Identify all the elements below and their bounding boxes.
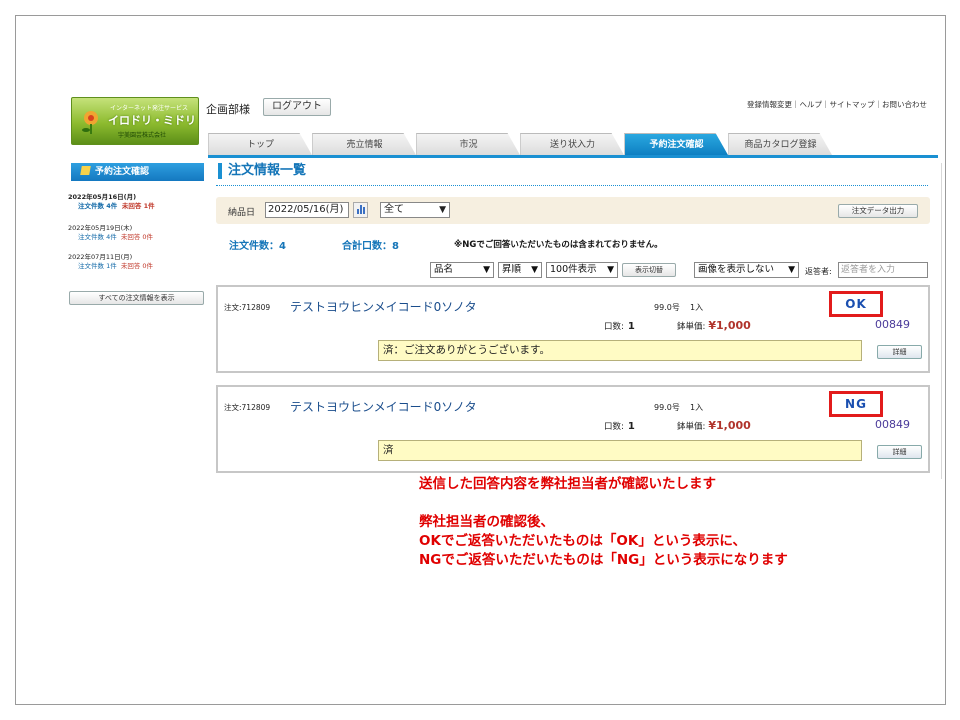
- sidebar-order-count: 注文件数 4件: [78, 202, 118, 210]
- sidebar-item-date-3[interactable]: 2022年07月11日(月) 注文件数 1件 未回答 0件: [68, 253, 153, 271]
- sidebar-item-date-1[interactable]: 2022年05月16日(月) 注文件数 4件 未回答 1件: [68, 193, 155, 211]
- tab-catalog-register[interactable]: 商品カタログ登録: [728, 133, 832, 155]
- explanation-line-4: NGでご返答いただいたものは「NG」という表示になります: [419, 552, 788, 568]
- sidebar-date: 2022年05月16日(月): [68, 193, 137, 201]
- main-tabs: トップ 売立情報 市況 送り状入力 予約注文確認 商品カタログ登録: [208, 133, 938, 155]
- sidebar-date: 2022年07月11日(月): [68, 253, 133, 261]
- sidebar-order-count: 注文件数 1件: [78, 262, 117, 270]
- sidebar-date: 2022年05月19日(木): [68, 224, 133, 232]
- logo-tagline: インターネット発注サービス: [110, 105, 189, 112]
- content-border: [208, 163, 942, 479]
- slide-frame: インターネット発注サービス イロドリ・ミドリ 宇美園芸株式会社 企画部様 ログア…: [15, 15, 946, 705]
- flower-logo-icon: [82, 111, 98, 134]
- show-all-orders-button[interactable]: すべての注文情報を表示: [69, 291, 204, 305]
- department-name: 企画部様: [206, 103, 250, 116]
- logo-brand: イロドリ・ミドリ: [108, 114, 196, 127]
- explanation-line-3: OKでご返答いただいたものは「OK」という表示に、: [419, 533, 746, 549]
- explanation-line-2: 弊社担当者の確認後、: [419, 514, 554, 530]
- sidebar-unanswered: 未回答 0件: [120, 233, 154, 241]
- logout-button[interactable]: ログアウト: [263, 98, 331, 116]
- sidebar-order-count: 注文件数 4件: [78, 233, 117, 241]
- site-logo[interactable]: インターネット発注サービス イロドリ・ミドリ 宇美園芸株式会社: [71, 97, 199, 145]
- tab-underline: [208, 155, 938, 158]
- tab-reservation-confirm[interactable]: 予約注文確認: [624, 133, 728, 155]
- sidebar-title: 予約注文確認: [71, 163, 204, 181]
- sidebar-item-date-2[interactable]: 2022年05月19日(木) 注文件数 4件 未回答 0件: [68, 224, 153, 242]
- tab-market[interactable]: 市況: [416, 133, 520, 155]
- app-screenshot: インターネット発注サービス イロドリ・ミドリ 宇美園芸株式会社 企画部様 ログア…: [56, 81, 942, 481]
- logo-company: 宇美園芸株式会社: [118, 132, 167, 139]
- sidebar-unanswered: 未回答 0件: [120, 262, 154, 270]
- tab-invoice-entry[interactable]: 送り状入力: [520, 133, 624, 155]
- top-links[interactable]: 登録情報変更｜ヘルプ｜サイトマップ｜お問い合わせ: [747, 99, 927, 110]
- tab-top[interactable]: トップ: [208, 133, 312, 155]
- tab-sales-info[interactable]: 売立情報: [312, 133, 416, 155]
- pencil-icon: [80, 166, 91, 175]
- sidebar-unanswered: 未回答 1件: [121, 202, 155, 210]
- explanation-text: 送信した回答内容を弊社担当者が確認いたします 弊社担当者の確認後、 OKでご返答…: [419, 475, 788, 570]
- explanation-line-1: 送信した回答内容を弊社担当者が確認いたします: [419, 476, 716, 492]
